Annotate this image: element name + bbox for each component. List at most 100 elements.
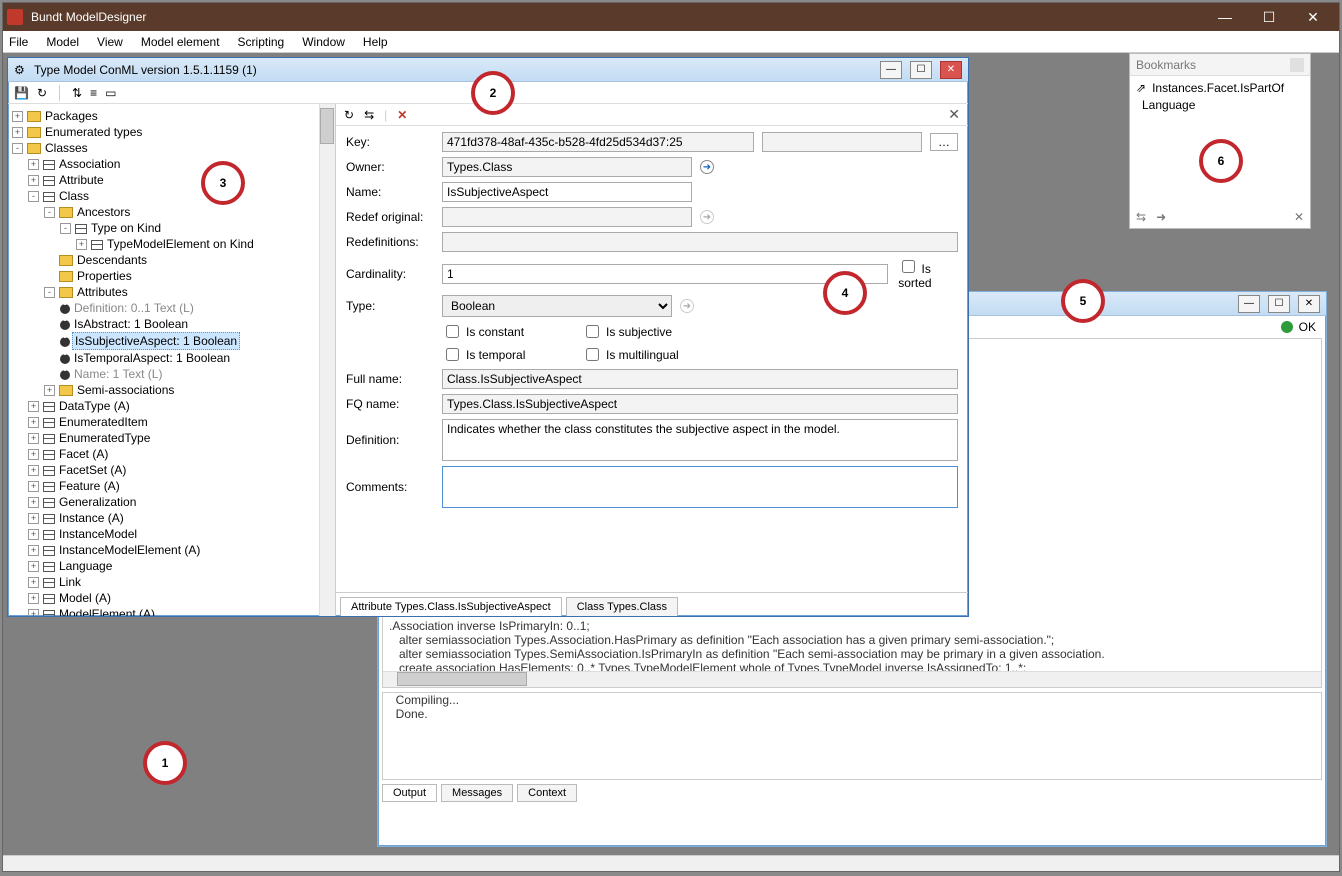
expand-icon[interactable]: + [28,417,39,428]
tree-item[interactable]: EnumeratedItem [59,414,148,430]
tree-tme-on-kind[interactable]: TypeModelElement on Kind [107,236,254,252]
tree-item[interactable]: Feature (A) [59,478,120,494]
tab-attribute[interactable]: Attribute Types.Class.IsSubjectiveAspect [340,597,562,616]
comments-field[interactable] [442,466,958,508]
subj-check[interactable]: Is subjective [582,322,742,341]
model-tree[interactable]: +Packages +Enumerated types -Classes +As… [8,104,336,616]
expand-icon[interactable]: + [28,175,39,186]
tree-view-icon[interactable]: ⇅ [72,86,82,100]
panel-close-icon[interactable]: ✕ [948,106,960,123]
expand-icon[interactable]: + [12,111,23,122]
outwin-maximize-button[interactable]: ☐ [1268,295,1290,313]
tree-class-attribute[interactable]: Attribute [59,172,104,188]
collapse-icon[interactable]: - [12,143,23,154]
close-button[interactable]: ✕ [1291,3,1335,31]
expand-icon[interactable]: + [28,497,39,508]
tree-item[interactable]: ModelElement (A) [59,606,155,616]
tab-class[interactable]: Class Types.Class [566,597,678,616]
output-result[interactable]: Compiling... Done. [382,692,1322,780]
tree-properties[interactable]: Properties [77,268,132,284]
collapse-icon[interactable]: - [60,223,71,234]
tree-item[interactable]: EnumeratedType [59,430,150,446]
sync-icon[interactable]: ⇆ [364,108,374,122]
tree-attributes[interactable]: Attributes [77,284,128,300]
expand-icon[interactable]: + [28,609,39,616]
tree-item[interactable]: InstanceModel [59,526,137,542]
menu-help[interactable]: Help [363,35,388,49]
tree-item[interactable]: DataType (A) [59,398,130,414]
expand-icon[interactable]: + [28,561,39,572]
outwin-close-button[interactable]: ✕ [1298,295,1320,313]
tree-class-class[interactable]: Class [59,188,89,204]
expand-icon[interactable]: + [28,449,39,460]
tree-item[interactable]: Language [59,558,112,574]
collapse-icon[interactable]: - [28,191,39,202]
maximize-button[interactable]: ☐ [1247,3,1291,31]
collapse-icon[interactable]: - [44,207,55,218]
tree-descendants[interactable]: Descendants [77,252,147,268]
bookmarks-sync-icon[interactable]: ⇆ [1136,210,1146,224]
delete-icon[interactable]: ✕ [397,108,407,122]
tree-attr-issubjective[interactable]: IsSubjectiveAspect: 1 Boolean [72,332,240,350]
tree-enumtypes[interactable]: Enumerated types [45,124,142,140]
menu-model[interactable]: Model [46,35,79,49]
output-hscroll[interactable] [383,671,1321,687]
menu-view[interactable]: View [97,35,123,49]
type-nav-icon[interactable]: ➜ [680,299,694,313]
tree-semi[interactable]: Semi-associations [77,382,174,398]
menu-file[interactable]: File [9,35,28,49]
tree-item[interactable]: Link [59,574,81,590]
expand-icon[interactable]: + [28,159,39,170]
multi-checkbox[interactable] [586,348,599,361]
const-check[interactable]: Is constant [442,322,582,341]
modelwin-maximize-button[interactable]: ☐ [910,61,932,79]
expand-icon[interactable]: + [44,385,55,396]
tree-type-on-kind[interactable]: Type on Kind [91,220,161,236]
modelwin-close-button[interactable]: ✕ [940,61,962,79]
const-checkbox[interactable] [446,325,459,338]
modelwin-minimize-button[interactable]: — [880,61,902,79]
definition-field[interactable]: Indicates whether the class constitutes … [442,419,958,461]
sorted-checkbox[interactable] [902,260,915,273]
tree-item[interactable]: FacetSet (A) [59,462,126,478]
fqname-field[interactable] [442,394,958,414]
expand-icon[interactable]: + [76,239,87,250]
owner-field[interactable] [442,157,692,177]
key-more-button[interactable]: … [930,133,958,151]
key-field[interactable] [442,132,754,152]
temp-check[interactable]: Is temporal [442,345,582,364]
fullname-field[interactable] [442,369,958,389]
menu-window[interactable]: Window [302,35,345,49]
tab-messages[interactable]: Messages [441,784,513,802]
tree-attr-definition[interactable]: Definition: 0..1 Text (L) [74,300,194,316]
tree-item[interactable]: Instance (A) [59,510,124,526]
tree-item[interactable]: InstanceModelElement (A) [59,542,200,558]
tree-attr-istemporal[interactable]: IsTemporalAspect: 1 Boolean [74,350,230,366]
owner-nav-icon[interactable]: ➜ [700,160,714,174]
temp-checkbox[interactable] [446,348,459,361]
tree-ancestors[interactable]: Ancestors [77,204,130,220]
key-extra-field[interactable] [762,132,922,152]
collapse-icon[interactable]: - [44,287,55,298]
expand-icon[interactable]: + [28,401,39,412]
bookmarks-close-icon[interactable]: ✕ [1294,210,1304,224]
bookmarks-menu-icon[interactable] [1290,58,1304,72]
expand-icon[interactable]: + [28,513,39,524]
minimize-button[interactable]: — [1203,3,1247,31]
expand-icon[interactable]: + [28,577,39,588]
refresh-icon[interactable]: ↻ [37,86,47,100]
expand-icon[interactable]: + [28,433,39,444]
cardinality-field[interactable] [442,264,888,284]
outwin-minimize-button[interactable]: — [1238,295,1260,313]
expand-icon[interactable]: + [28,465,39,476]
subj-checkbox[interactable] [586,325,599,338]
expand-icon[interactable]: + [28,545,39,556]
menu-model-element[interactable]: Model element [141,35,220,49]
tree-item[interactable]: Facet (A) [59,446,108,462]
tree-classes[interactable]: Classes [45,140,88,156]
tree-item[interactable]: Model (A) [59,590,111,606]
output-hscroll-thumb[interactable] [397,672,527,686]
tree-attr-isabstract[interactable]: IsAbstract: 1 Boolean [74,316,188,332]
grid-view-icon[interactable]: ▭ [105,86,116,100]
bookmarks-nav-icon[interactable]: ➜ [1156,210,1166,224]
